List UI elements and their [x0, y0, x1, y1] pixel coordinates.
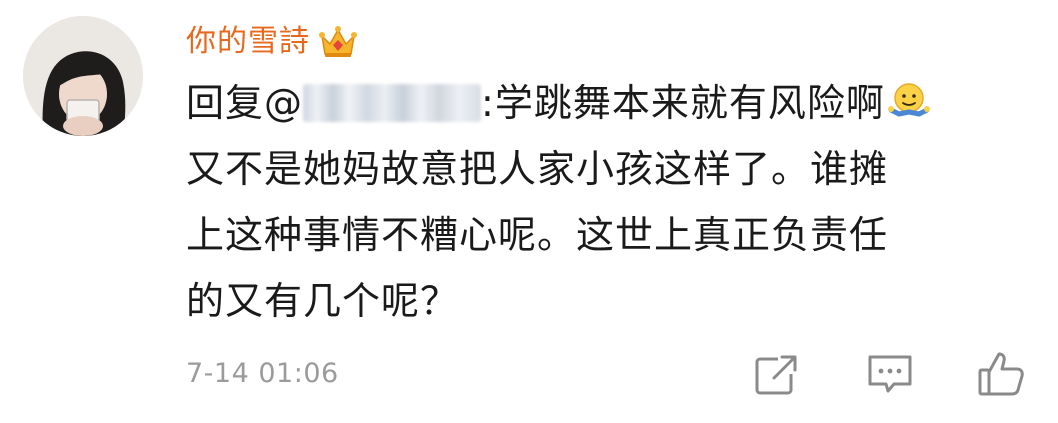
content-line-2: 又不是她妈故意把人家小孩这样了。谁摊: [186, 147, 889, 191]
repost-button[interactable]: [750, 348, 802, 400]
like-button[interactable]: [975, 348, 1027, 400]
username-row: 你的雪詩: [186, 20, 358, 64]
like-icon: [978, 352, 1024, 396]
shrug-emoji-icon: [887, 78, 931, 122]
repost-icon: [755, 354, 798, 395]
username[interactable]: 你的雪詩: [186, 20, 310, 64]
comment-item: 你的雪詩 回复@:学跳舞本来就有风险啊 又不是她妈故意把人家小孩这样了。谁摊 …: [0, 0, 1058, 423]
content-line-1: 回复@:学跳舞本来就有风险啊: [186, 70, 1026, 136]
comment-content: 回复@:学跳舞本来就有风险啊 又不是她妈故意把人家小孩这样了。谁摊 上这种事情不…: [186, 70, 1026, 334]
comment-button[interactable]: [864, 348, 916, 400]
content-line-4: 的又有几个呢？: [186, 279, 460, 323]
comment-icon: [868, 355, 912, 393]
timestamp: 7-14 01:06: [186, 358, 339, 389]
blurred-mention: [303, 84, 482, 122]
content-text-1: 学跳舞本来就有风险啊: [494, 81, 885, 125]
avatar[interactable]: [23, 16, 143, 136]
vip-crown-icon: [318, 22, 358, 62]
content-line-3: 上这种事情不糟心呢。这世上真正负责任: [186, 213, 889, 257]
reply-prefix[interactable]: 回复@: [186, 81, 303, 125]
reply-separator: :: [481, 81, 495, 125]
